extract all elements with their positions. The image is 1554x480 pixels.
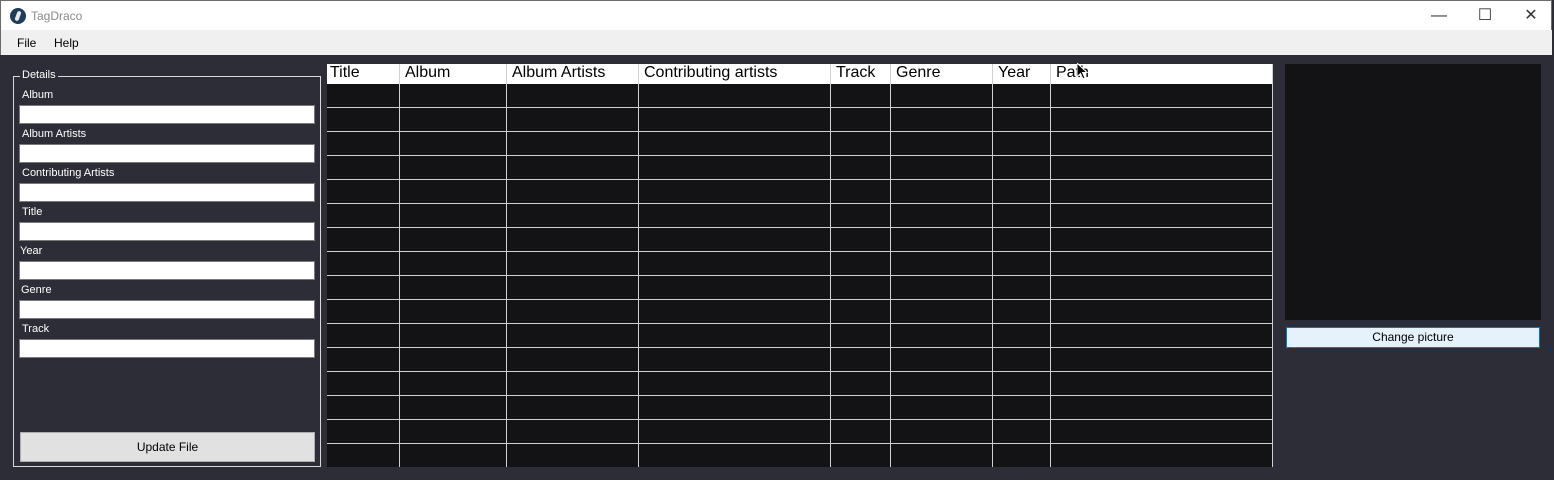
grid-row-divider [327,323,1273,324]
album-artists-field[interactable] [19,144,315,163]
menu-bar: File Help [0,30,1552,55]
details-legend: Details [20,69,58,81]
grid-scroll-gutter [1273,64,1279,467]
track-label: Track [22,323,50,335]
title-bar: TagDraco — ☐ ✕ [0,0,1552,30]
minimize-button[interactable]: — [1416,1,1462,31]
grid-row-divider [327,155,1273,156]
column-header-year[interactable]: Year [995,64,1051,84]
album-art-picture [1285,64,1541,320]
column-header-title[interactable]: Title [327,64,399,84]
grid-row-divider [327,107,1273,108]
column-header-track[interactable]: Track [833,64,891,84]
grid-column-divider [992,64,993,467]
album-artists-label: Album Artists [22,128,87,140]
grid-column-divider [890,64,891,467]
grid-row-divider [327,275,1273,276]
year-field[interactable] [19,261,315,280]
grid-column-divider [1050,64,1051,467]
menu-file[interactable]: File [17,36,36,50]
grid-column-divider [830,64,831,467]
grid-row-divider [327,227,1273,228]
genre-field[interactable] [19,300,315,319]
album-field[interactable] [19,105,315,124]
contributing-artists-field[interactable] [19,183,315,202]
grid-row-divider [327,179,1273,180]
tracks-grid[interactable]: Title Album Album Artists Contributing a… [327,64,1279,467]
title-field[interactable] [19,222,315,241]
title-label: Title [22,206,43,218]
grid-row-divider [327,371,1273,372]
contributing-artists-label: Contributing Artists [22,167,115,179]
grid-column-divider [638,64,639,467]
year-label: Year [20,245,43,257]
close-button[interactable]: ✕ [1508,1,1554,31]
grid-row-divider [327,419,1273,420]
track-field[interactable] [19,339,315,358]
genre-label: Genre [21,284,52,296]
column-header-album-artists[interactable]: Album Artists [509,64,639,84]
grid-row-divider [327,443,1273,444]
column-header-album[interactable]: Album [402,64,508,84]
grid-column-divider [506,64,507,467]
grid-row-divider [327,299,1273,300]
album-label: Album [22,89,54,101]
grid-row-divider [327,203,1273,204]
grid-row-divider [327,395,1273,396]
grid-header: Title Album Album Artists Contributing a… [327,64,1273,84]
change-picture-button[interactable]: Change picture [1286,327,1540,348]
window-title: TagDraco [31,9,83,23]
column-header-genre[interactable]: Genre [893,64,993,84]
menu-help[interactable]: Help [54,36,79,50]
grid-row-divider [327,251,1273,252]
maximize-button[interactable]: ☐ [1462,1,1508,31]
column-header-contributing-artists[interactable]: Contributing artists [641,64,831,84]
grid-row-divider [327,131,1273,132]
app-logo-icon [10,8,26,24]
update-file-button[interactable]: Update File [20,432,315,462]
grid-row-divider [327,347,1273,348]
grid-column-divider [399,64,400,467]
